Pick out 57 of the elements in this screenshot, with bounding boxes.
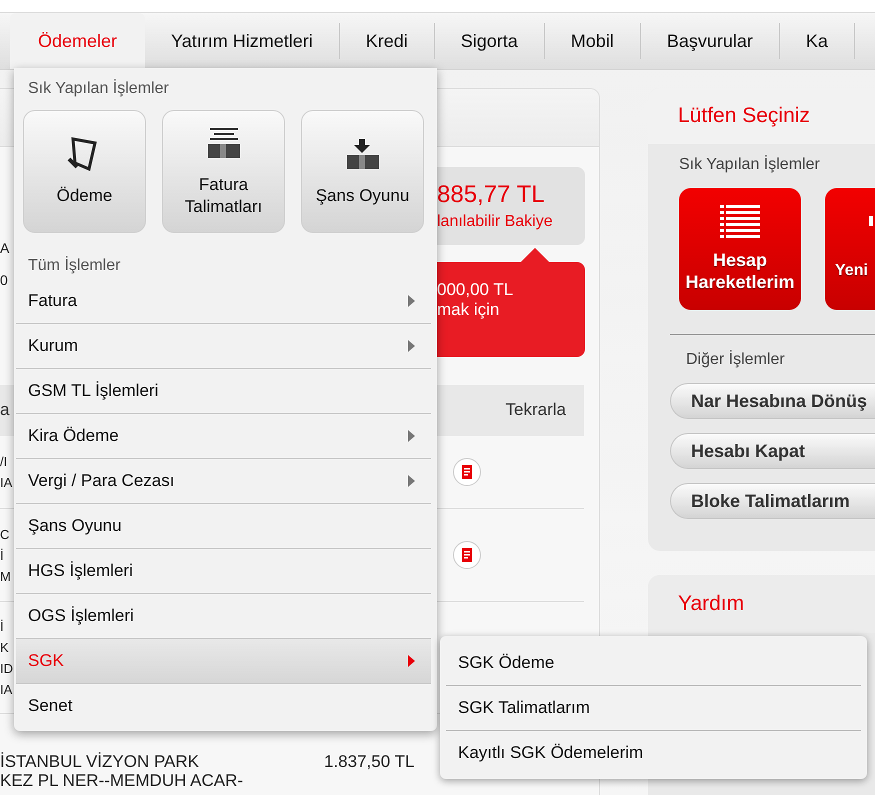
balance-label: lanılabilir Bakiye — [437, 213, 554, 232]
option-button[interactable]: Nar Hesabına Dönüş — [670, 383, 875, 419]
menu-item[interactable]: Vergi / Para Cezası — [16, 459, 431, 504]
submenu-item[interactable]: Kayıtlı SGK Ödemelerim — [446, 731, 861, 775]
menu-item[interactable]: SGK — [16, 639, 431, 684]
balance-amount: 885,77 TL — [437, 181, 546, 210]
nav-tab[interactable]: Mobil — [544, 23, 641, 59]
table-cell-text: K — [0, 638, 10, 657]
table-cell-text: ID — [0, 660, 13, 678]
shortcut-button[interactable]: Ödeme — [23, 110, 146, 233]
section-title: Sık Yapılan İşlemler — [27, 78, 170, 99]
list-icon — [720, 205, 760, 241]
amount-cell: 1.837,50 TL — [324, 752, 414, 772]
column-header: a — [0, 400, 10, 420]
menu-item[interactable]: Fatura — [16, 279, 431, 324]
section-title: Diğer İşlemler — [685, 349, 786, 370]
nav-tab[interactable]: Ka — [780, 23, 855, 59]
menu-item[interactable]: Kurum — [16, 324, 431, 369]
nav-tab[interactable]: Sigorta — [434, 23, 545, 59]
nav-tab[interactable]: Yatırım Hizmetleri — [145, 23, 340, 59]
notice-text: mak için — [437, 300, 500, 320]
shortcut-tile[interactable]: Hesap Hareketlerim — [679, 188, 801, 310]
section-title: Tüm İşlemler — [27, 255, 122, 276]
menu-item[interactable]: GSM TL İşlemleri — [16, 369, 431, 414]
menu-item[interactable]: Şans Oyunu — [16, 504, 431, 549]
nav-tab[interactable]: Ödemeler — [10, 13, 146, 69]
table-cell-text: /I — [0, 453, 8, 472]
shortcut-button[interactable]: Şans Oyunu — [301, 110, 424, 233]
money-transfer-icon — [344, 136, 380, 170]
shortcut-button[interactable]: Fatura Talimatları — [162, 110, 285, 233]
menu-item[interactable]: HGS İşlemleri — [16, 549, 431, 594]
notice-text: 000,00 TL — [437, 280, 514, 300]
account-text: 0 — [0, 271, 9, 290]
table-cell-text: İSTANBUL VİZYON PARK — [0, 752, 200, 771]
option-button[interactable]: Hesabı Kapat — [670, 433, 875, 469]
table-cell: KEZ PL NER--MEMDUH ACAR- — [0, 770, 244, 790]
section-title: Sık Yapılan İşlemler — [678, 154, 821, 175]
bills-icon — [206, 126, 242, 160]
column-header: Tekrarla — [506, 400, 566, 420]
menu-item[interactable]: Kira Ödeme — [16, 414, 431, 459]
table-cell-text: IA — [0, 474, 12, 492]
table-cell-text: M — [0, 568, 11, 586]
nav-tab[interactable]: Kredi — [340, 23, 435, 59]
repeat-icon[interactable] — [452, 540, 482, 570]
table-cell-text: İ — [0, 618, 5, 636]
menu-item[interactable]: Senet — [16, 684, 431, 728]
nav-tab[interactable]: Başvurular — [640, 23, 780, 59]
table-cell-text: İ — [0, 546, 5, 565]
submenu-item[interactable]: SGK Talimatlarım — [446, 686, 861, 731]
panel-title: Lütfen Seçiniz — [648, 88, 875, 144]
submenu-item[interactable]: SGK Ödeme — [446, 641, 861, 686]
option-button[interactable]: Bloke Talimatlarım — [670, 483, 875, 519]
repeat-icon[interactable] — [452, 457, 482, 488]
account-text: A — [0, 239, 10, 258]
table-cell-text: C — [0, 526, 10, 544]
table-cell-text: IA — [0, 680, 13, 699]
shortcut-tile[interactable]: Yeni — [825, 188, 875, 310]
